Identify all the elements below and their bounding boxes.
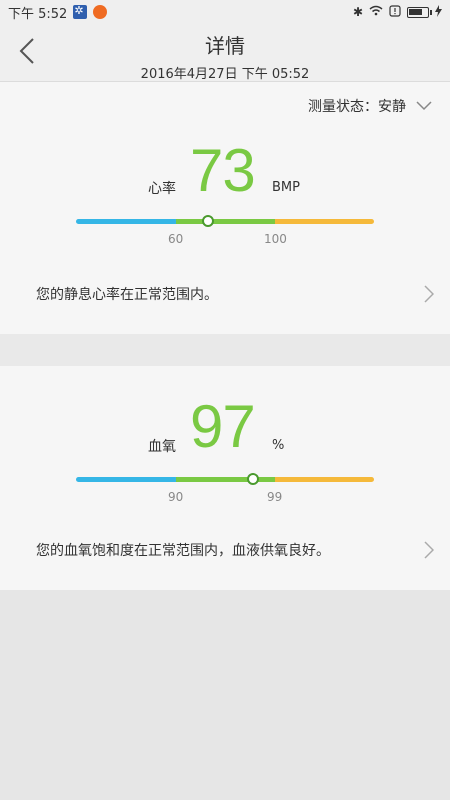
heart-rate-message-row[interactable]: 您的静息心率在正常范围内。 (36, 284, 434, 304)
spo2-marker (246, 473, 259, 485)
heart-rate-unit: BMP (272, 180, 300, 195)
heart-rate-tick-low: 60 (168, 232, 184, 246)
back-button[interactable] (14, 36, 40, 66)
range-segment-low (76, 477, 176, 482)
heart-rate-label: 心率 (148, 181, 176, 197)
wifi-icon (369, 5, 383, 19)
chevron-left-icon (19, 38, 34, 64)
status-bar: 下午 5:52 ✱ (0, 0, 450, 24)
spo2-message: 您的血氧饱和度在正常范围内，血液供氧良好。 (36, 543, 330, 559)
measurement-state-dropdown[interactable]: 测量状态：安静 (308, 96, 432, 116)
heart-rate-tick-high: 100 (264, 232, 287, 246)
header: 详情 2016年4月27日 下午 05:52 (0, 24, 450, 82)
spo2-range-bar (76, 473, 374, 485)
spo2-label: 血氧 (148, 439, 176, 455)
spo2-tick-high: 99 (267, 490, 283, 504)
notification-app-icon (73, 4, 88, 19)
bluetooth-icon: ✱ (352, 5, 363, 19)
page-title: 详情 (205, 34, 245, 58)
spo2-value: 97 (190, 393, 256, 460)
spo2-unit: % (272, 438, 285, 453)
alert-icon (389, 4, 401, 20)
chevron-down-icon (416, 101, 432, 111)
charging-icon (435, 4, 442, 20)
page-subtitle: 2016年4月27日 下午 05:52 (140, 67, 310, 82)
battery-icon (407, 6, 432, 18)
heart-rate-value: 73 (190, 137, 256, 204)
spo2-message-row[interactable]: 您的血氧饱和度在正常范围内，血液供氧良好。 (36, 540, 434, 560)
range-segment-low (76, 219, 176, 224)
chevron-right-icon (424, 285, 434, 303)
spo2-tick-low: 90 (168, 490, 184, 504)
range-segment-high (275, 477, 374, 482)
chevron-right-icon (424, 541, 434, 559)
range-segment-normal (176, 219, 275, 224)
heart-rate-range-bar (76, 215, 374, 227)
status-left: 下午 5:52 (8, 3, 108, 22)
status-right: ✱ (352, 4, 442, 20)
heart-rate-message: 您的静息心率在正常范围内。 (36, 287, 218, 303)
measurement-state-label: 测量状态：安静 (308, 99, 406, 115)
status-time: 下午 5:52 (8, 6, 68, 22)
range-segment-high (275, 219, 374, 224)
range-segment-normal (176, 477, 275, 482)
heart-rate-card: 测量状态：安静 心率 73 BMP 60 100 您的静息心率在正常范围内。 (0, 82, 450, 334)
notification-orange-icon (93, 5, 108, 19)
empty-area (0, 590, 450, 800)
spo2-card: 血氧 97 % 90 99 您的血氧饱和度在正常范围内，血液供氧良好。 (0, 366, 450, 590)
heart-rate-marker (201, 215, 214, 227)
